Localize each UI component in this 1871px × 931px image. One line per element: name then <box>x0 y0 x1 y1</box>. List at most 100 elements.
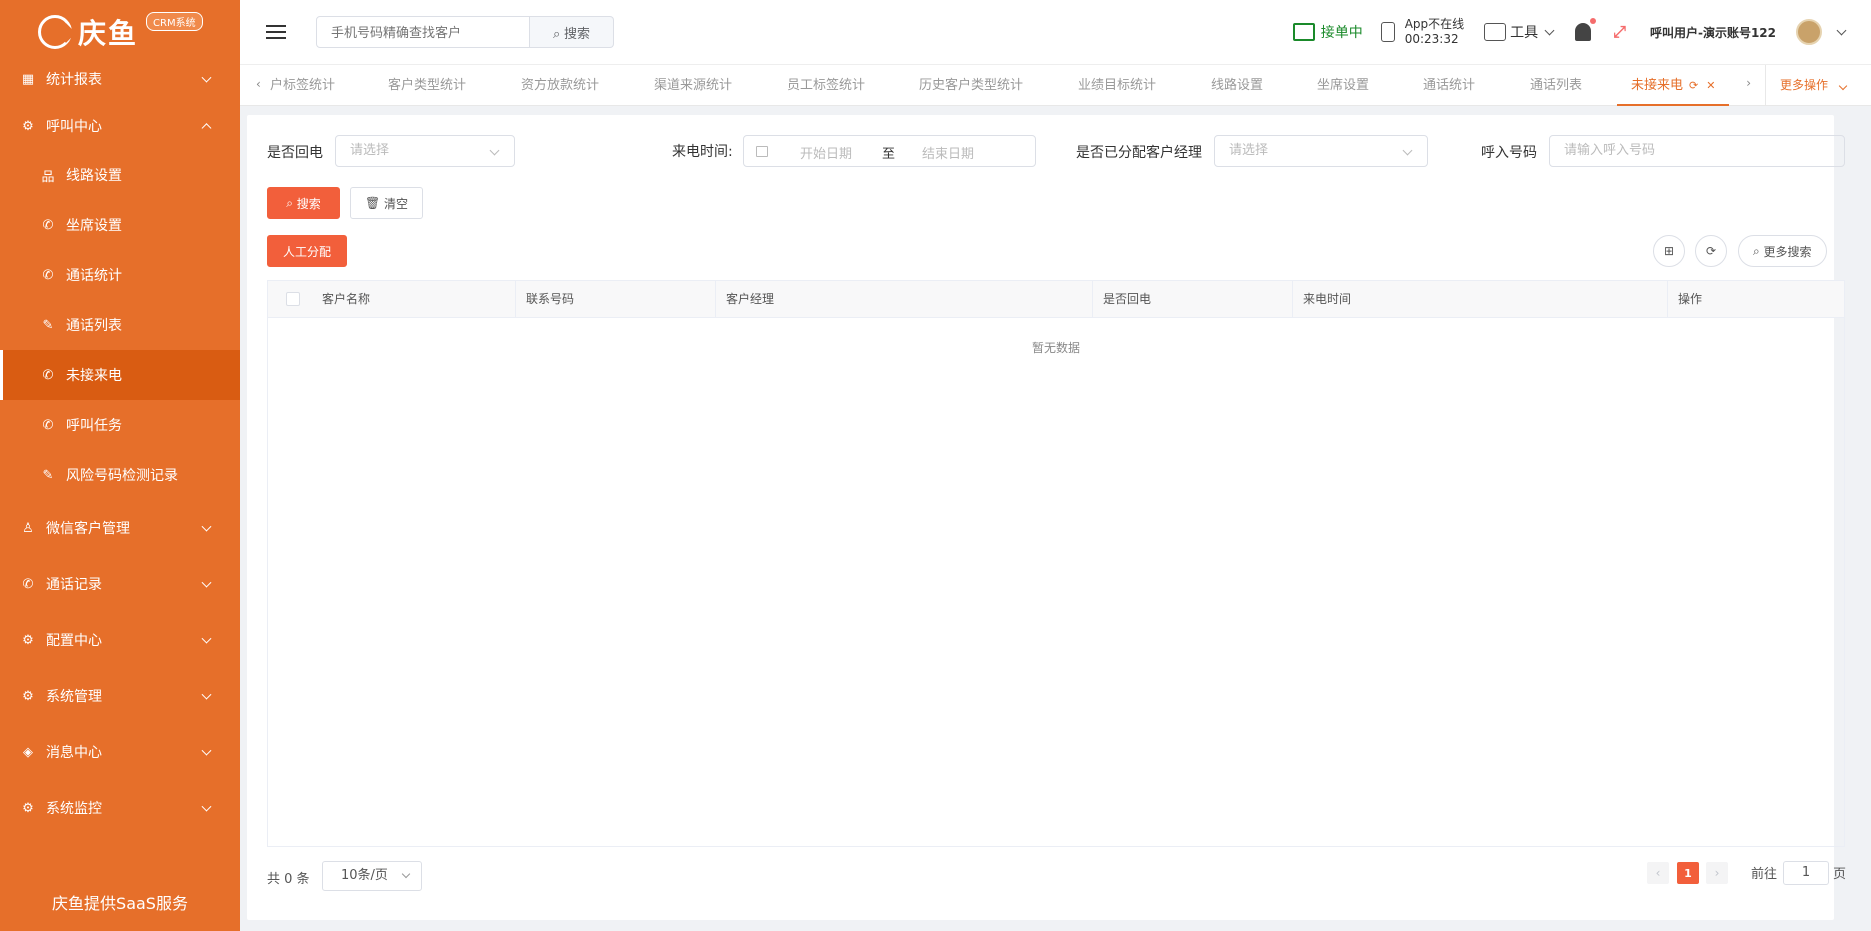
sidebar-item-message-center[interactable]: ◈ 消息中心 <box>0 724 240 780</box>
search-button[interactable]: ⌕ 搜索 <box>267 187 340 219</box>
chevron-down-icon <box>1402 145 1413 156</box>
sidebar-item-system-monitor[interactable]: ⚙ 系统监控 <box>0 780 240 836</box>
gear-icon: ⚙ <box>22 688 34 704</box>
tab-line-settings[interactable]: 线路设置 <box>1211 65 1263 106</box>
tab-history-customer-stats[interactable]: 历史客户类型统计 <box>919 65 1023 106</box>
gear-icon: ⚙ <box>22 632 34 648</box>
assigned-select[interactable]: 请选择 <box>1214 135 1428 167</box>
tab-employee-tag-stats[interactable]: 员工标签统计 <box>787 65 865 106</box>
column-callback: 是否回电 <box>1093 281 1293 317</box>
chevron-down-icon <box>201 633 212 644</box>
more-search-button[interactable]: ⌕ 更多搜索 <box>1738 235 1827 267</box>
inbound-number-input[interactable]: 请输入呼入号码 <box>1549 135 1845 167</box>
sidebar-item-call-center[interactable]: ⚙ 呼叫中心 <box>0 102 240 150</box>
refresh-icon[interactable]: ⟳ <box>1689 79 1698 92</box>
menu-toggle-icon[interactable] <box>266 25 286 39</box>
trash-icon: 🗑 <box>364 196 385 210</box>
fullscreen-icon[interactable]: ⤢ <box>1613 22 1626 42</box>
tab-customer-type-stats[interactable]: 客户类型统计 <box>388 65 466 106</box>
chevron-down-icon <box>201 72 212 83</box>
tab-bar: ‹ 户标签统计 客户类型统计 资方放款统计 渠道来源统计 员工标签统计 历史客户… <box>240 64 1871 106</box>
sidebar-subitem-call-list[interactable]: ✎ 通话列表 <box>0 300 240 350</box>
sidebar-subitem-call-tasks[interactable]: ✆ 呼叫任务 <box>0 400 240 450</box>
mobile-icon <box>1380 22 1395 42</box>
sidebar-subitem-line-settings[interactable]: 品 线路设置 <box>0 150 240 200</box>
column-settings-button[interactable]: ⊞ <box>1653 235 1685 267</box>
next-page-button[interactable]: › <box>1706 862 1728 884</box>
clear-button-label: 清空 <box>384 196 409 211</box>
inbound-number-label: 呼入号码 <box>1481 145 1537 161</box>
chevron-down-icon <box>201 745 212 756</box>
table-icon: ▦ <box>21 71 35 87</box>
search-icon: ⌕ <box>553 25 564 41</box>
sidebar-item-call-records[interactable]: ✆ 通话记录 <box>0 556 240 612</box>
goto-page-input[interactable]: 1 <box>1783 861 1829 885</box>
sidebar-subitem-label: 线路设置 <box>66 168 122 184</box>
refresh-button[interactable]: ⟳ <box>1695 235 1727 267</box>
page-number-current[interactable]: 1 <box>1677 862 1699 884</box>
search-icon: ⌕ <box>286 195 297 210</box>
tab-performance-stats[interactable]: 业绩目标统计 <box>1078 65 1156 106</box>
sidebar-item-label: 消息中心 <box>46 745 102 761</box>
pagination-total: 共 0 条 <box>267 872 310 887</box>
sidebar-subitem-seat-settings[interactable]: ✆ 坐席设置 <box>0 200 240 250</box>
tag-icon: ◈ <box>23 744 33 760</box>
tab-loan-stats[interactable]: 资方放款统计 <box>521 65 599 106</box>
callback-select-placeholder: 请选择 <box>350 143 390 158</box>
sidebar-item-config-center[interactable]: ⚙ 配置中心 <box>0 612 240 668</box>
date-range-separator: 至 <box>882 147 896 162</box>
chevron-down-icon <box>401 869 411 879</box>
header-search-button[interactable]: ⌕ 搜索 <box>530 16 614 48</box>
tab-label-stats[interactable]: 户标签统计 <box>270 65 335 106</box>
search-icon: ⌕ <box>1753 243 1764 258</box>
start-date-input[interactable]: 开始日期 <box>800 143 852 162</box>
call-time-range[interactable]: 开始日期 至 结束日期 <box>743 135 1036 167</box>
page-size-value: 10条/页 <box>341 868 388 883</box>
tab-active-label: 未接来电 <box>1631 78 1684 93</box>
call-status-toggle[interactable]: 接单中 <box>1292 22 1363 42</box>
clear-button[interactable]: 🗑 清空 <box>350 187 423 219</box>
close-icon[interactable]: ✕ <box>1706 79 1715 92</box>
sidebar-item-wechat-customers[interactable]: ♙ 微信客户管理 <box>0 500 240 556</box>
chevron-down-icon[interactable] <box>1836 25 1847 35</box>
column-customer-name: 客户名称 <box>312 281 516 317</box>
assigned-select-placeholder: 请选择 <box>1229 143 1269 158</box>
sidebar-item-label: 统计报表 <box>46 72 102 88</box>
callback-filter-label: 是否回电 <box>267 145 323 161</box>
sidebar-menu: ▦ 统计报表 ⚙ 呼叫中心 品 线路设置 ✆ 坐席设置 ✆ 通话统计 ✎ 通话列… <box>0 58 240 836</box>
tab-call-stats[interactable]: 通话统计 <box>1423 65 1475 106</box>
end-date-input[interactable]: 结束日期 <box>922 143 974 162</box>
select-all-checkbox[interactable] <box>286 292 300 306</box>
tab-scroll-left-icon[interactable]: ‹ <box>256 77 261 91</box>
chevron-down-icon <box>201 577 212 588</box>
callback-select[interactable]: 请选择 <box>335 135 515 167</box>
chevron-down-icon <box>1544 25 1555 35</box>
sidebar-item-stats[interactable]: ▦ 统计报表 <box>0 56 240 102</box>
tools-dropdown[interactable]: 工具 <box>1484 22 1555 42</box>
page-size-select[interactable]: 10条/页 <box>322 861 422 891</box>
sidebar-subitem-missed-calls[interactable]: ✆ 未接来电 <box>0 350 240 400</box>
avatar[interactable] <box>1796 19 1822 45</box>
column-actions: 操作 <box>1678 292 1703 306</box>
tab-call-list[interactable]: 通话列表 <box>1530 65 1582 106</box>
prev-page-button[interactable]: ‹ <box>1647 862 1669 884</box>
user-name[interactable]: 呼叫用户-演示账号122 <box>1650 24 1776 41</box>
more-operations-dropdown[interactable]: 更多操作 <box>1765 65 1871 106</box>
column-account-manager: 客户经理 <box>716 281 1093 317</box>
brand-name: 庆鱼 <box>78 17 139 50</box>
edit-list-icon: ✎ <box>42 317 54 333</box>
tab-missed-calls[interactable]: 未接来电 ⟳ ✕ <box>1617 65 1730 106</box>
header-right: 接单中 App不在线 00:23:32 工具 ⤢ 呼叫用户-演示账号122 <box>1292 0 1871 64</box>
customer-phone-search-input[interactable] <box>316 16 530 48</box>
refresh-icon: ⟳ <box>1705 244 1717 258</box>
sidebar-item-system-management[interactable]: ⚙ 系统管理 <box>0 668 240 724</box>
sidebar-subitem-call-stats[interactable]: ✆ 通话统计 <box>0 250 240 300</box>
manual-assign-button[interactable]: 人工分配 <box>267 235 347 267</box>
tab-seat-settings[interactable]: 坐席设置 <box>1317 65 1369 106</box>
sidebar-subitem-risk-records[interactable]: ✎ 风险号码检测记录 <box>0 450 240 500</box>
sidebar-footer: 庆鱼提供SaaS服务 <box>52 894 188 913</box>
tab-scroll-right-icon[interactable]: › <box>1746 76 1751 90</box>
tab-channel-stats[interactable]: 渠道来源统计 <box>654 65 732 106</box>
bell-icon[interactable] <box>1575 18 1597 41</box>
chart-board-icon <box>1292 23 1315 41</box>
